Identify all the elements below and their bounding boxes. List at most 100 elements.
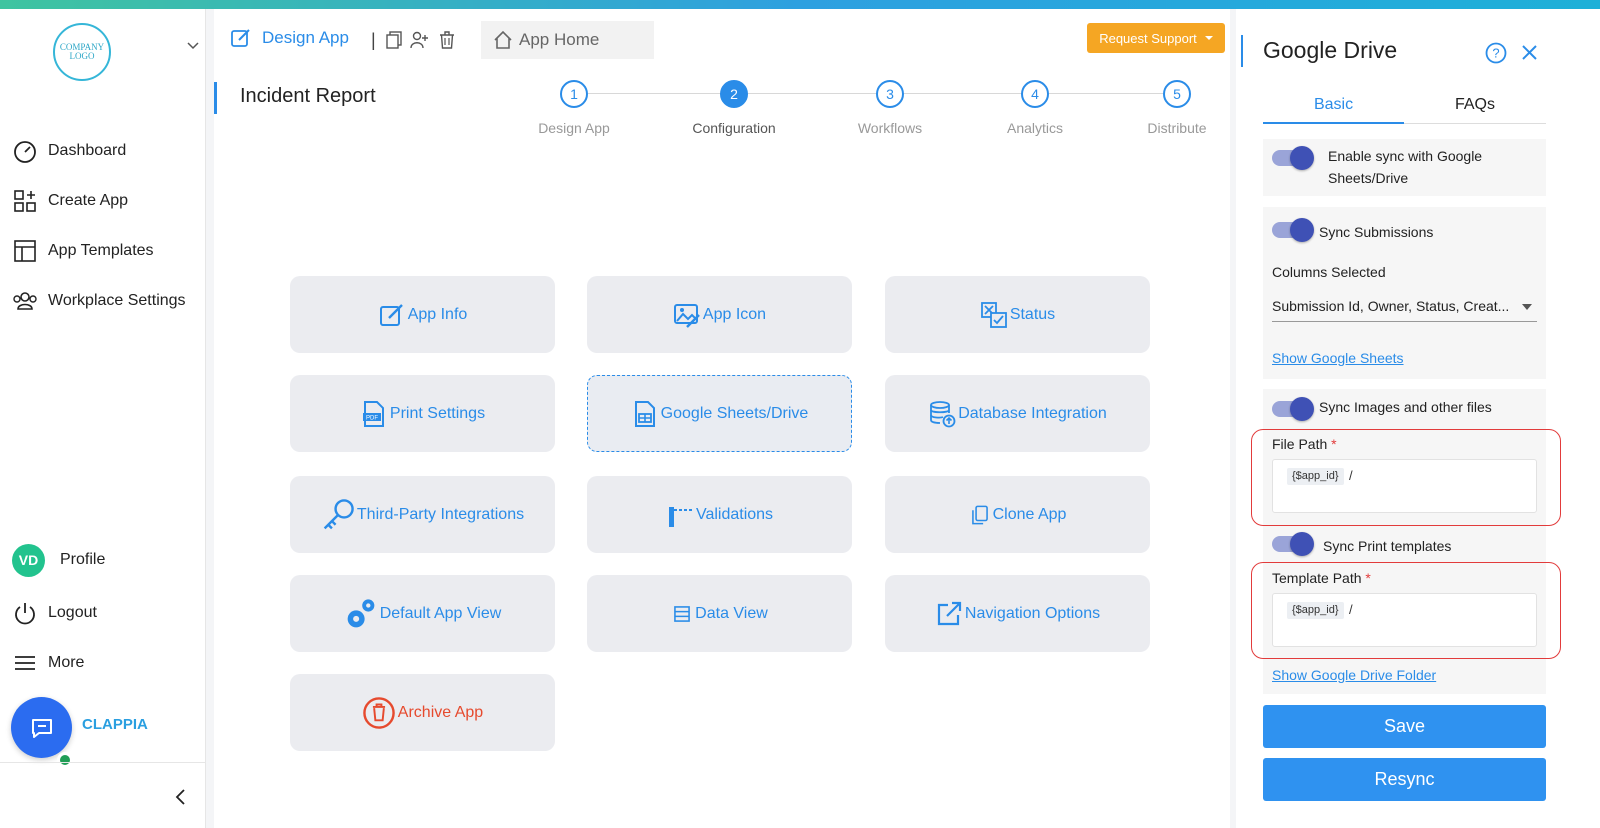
step-label: Analytics: [1006, 120, 1064, 136]
tab-basic[interactable]: Basic: [1263, 86, 1404, 124]
sync-images-toggle[interactable]: [1272, 397, 1314, 421]
step-number: 1: [560, 80, 588, 108]
title-accent: [214, 82, 217, 114]
copy-icon[interactable]: [384, 30, 404, 50]
help-icon[interactable]: ?: [1485, 42, 1507, 64]
edit-icon: [379, 303, 403, 326]
key-icon: [323, 498, 354, 529]
external-link-icon: [937, 601, 962, 625]
validations-card[interactable]: Validations: [587, 476, 852, 553]
step-label: Design App: [538, 120, 610, 136]
data-view-card[interactable]: Data View: [587, 575, 852, 652]
required-mark: *: [1365, 570, 1371, 586]
step-analytics[interactable]: 4 Analytics: [975, 80, 1095, 136]
power-icon: [15, 603, 35, 625]
template-path-label: Template Path *: [1272, 570, 1371, 586]
sidebar-item-more[interactable]: More: [12, 649, 84, 677]
sync-submissions-toggle[interactable]: [1272, 218, 1314, 242]
chat-icon: [31, 718, 52, 738]
close-icon[interactable]: [1521, 44, 1538, 61]
sidebar-item-create-app[interactable]: Create App: [12, 187, 128, 215]
sync-images-label: Sync Images and other files: [1319, 399, 1492, 415]
gauge-icon: [14, 141, 36, 163]
sidebar-item-label: More: [48, 654, 85, 671]
default-app-view-card[interactable]: Default App View: [290, 575, 555, 652]
status-card[interactable]: Status: [885, 276, 1150, 353]
card-label: Navigation Options: [964, 604, 1101, 622]
top-gradient-bar: [0, 0, 1600, 9]
resync-button[interactable]: Resync: [1263, 758, 1546, 801]
card-label: Validations: [695, 505, 774, 523]
card-label: Data View: [695, 604, 768, 622]
columns-selected-label: Columns Selected: [1272, 264, 1386, 280]
chat-button[interactable]: [11, 697, 72, 758]
step-label: Distribute: [1147, 120, 1207, 136]
print-settings-card[interactable]: PDF Print Settings: [290, 375, 555, 452]
avatar: VD: [12, 543, 45, 577]
enable-sync-toggle[interactable]: [1272, 146, 1314, 170]
card-label: Default App View: [379, 604, 502, 622]
card-label: App Icon: [702, 305, 767, 323]
template-icon: [14, 240, 36, 262]
chevron-down-icon[interactable]: [186, 38, 200, 52]
card-label: Clone App: [992, 505, 1067, 523]
columns-select[interactable]: Submission Id, Owner, Status, Creat...: [1272, 294, 1537, 322]
add-user-icon[interactable]: [409, 30, 429, 50]
caret-down-icon[interactable]: [1522, 304, 1532, 310]
people-icon: [13, 292, 37, 310]
company-logo[interactable]: COMPANY LOGO: [53, 23, 111, 81]
show-google-drive-folder-link[interactable]: Show Google Drive Folder: [1272, 667, 1436, 683]
sync-submissions-label: Sync Submissions: [1319, 224, 1434, 240]
gears-icon: [347, 598, 375, 627]
archive-app-card[interactable]: Archive App: [290, 674, 555, 751]
chevron-left-icon[interactable]: [172, 788, 190, 806]
file-path-label: File Path *: [1272, 436, 1337, 452]
save-button[interactable]: Save: [1263, 705, 1546, 748]
page-title: Incident Report: [240, 85, 376, 107]
app-info-card[interactable]: App Info: [290, 276, 555, 353]
app-icon-card[interactable]: App Icon: [587, 276, 852, 353]
clone-app-card[interactable]: Clone App: [885, 476, 1150, 553]
required-mark: *: [1331, 436, 1337, 452]
sidebar-item-label: Workplace Settings: [48, 292, 186, 309]
sidebar-item-profile[interactable]: VD Profile: [12, 543, 105, 577]
tab-label: Design App: [262, 28, 349, 47]
step-number: 2: [720, 80, 748, 108]
tab-app-home[interactable]: App Home: [481, 21, 654, 59]
card-label: Database Integration: [958, 404, 1107, 422]
enable-sync-label-cont: Sheets/Drive: [1328, 170, 1409, 186]
svg-text:?: ?: [1492, 46, 1499, 61]
sync-print-toggle[interactable]: [1272, 532, 1314, 556]
edit-icon: [231, 29, 250, 47]
sidebar-item-app-templates[interactable]: App Templates: [12, 237, 154, 265]
card-label: Google Sheets/Drive: [660, 404, 809, 422]
step-configuration[interactable]: 2 Configuration: [674, 80, 794, 136]
template-path-input[interactable]: {$app_id} /: [1272, 593, 1537, 647]
third-party-integrations-card[interactable]: Third-Party Integrations: [290, 476, 555, 553]
hamburger-icon: [15, 656, 35, 670]
sidebar-item-label: Logout: [48, 604, 97, 621]
path-slash: /: [1349, 468, 1353, 483]
step-distribute[interactable]: 5 Distribute: [1117, 80, 1237, 136]
sidebar-item-dashboard[interactable]: Dashboard: [12, 137, 126, 165]
google-sheets-drive-card[interactable]: Google Sheets/Drive: [587, 375, 852, 452]
step-label: Configuration: [692, 120, 776, 136]
step-workflows[interactable]: 3 Workflows: [830, 80, 950, 136]
sidebar-item-logout[interactable]: Logout: [12, 599, 97, 627]
copy-icon: [971, 505, 988, 524]
step-number: 5: [1163, 80, 1191, 108]
file-path-input[interactable]: {$app_id} /: [1272, 459, 1537, 513]
tab-faqs[interactable]: FAQs: [1404, 86, 1546, 124]
sidebar-item-label: Create App: [48, 192, 129, 209]
database-integration-card[interactable]: Database Integration: [885, 375, 1150, 452]
step-design-app[interactable]: 1 Design App: [514, 80, 634, 136]
tab-design-app[interactable]: Design App: [230, 27, 349, 49]
trash-icon[interactable]: [437, 30, 457, 50]
sidebar-item-workplace-settings[interactable]: Workplace Settings: [12, 287, 186, 315]
status-icon: [980, 301, 1007, 328]
tab-separator: |: [371, 30, 376, 50]
navigation-options-card[interactable]: Navigation Options: [885, 575, 1150, 652]
show-google-sheets-link[interactable]: Show Google Sheets: [1272, 350, 1404, 366]
request-support-button[interactable]: Request Support: [1087, 23, 1225, 53]
list-icon: [674, 605, 691, 622]
